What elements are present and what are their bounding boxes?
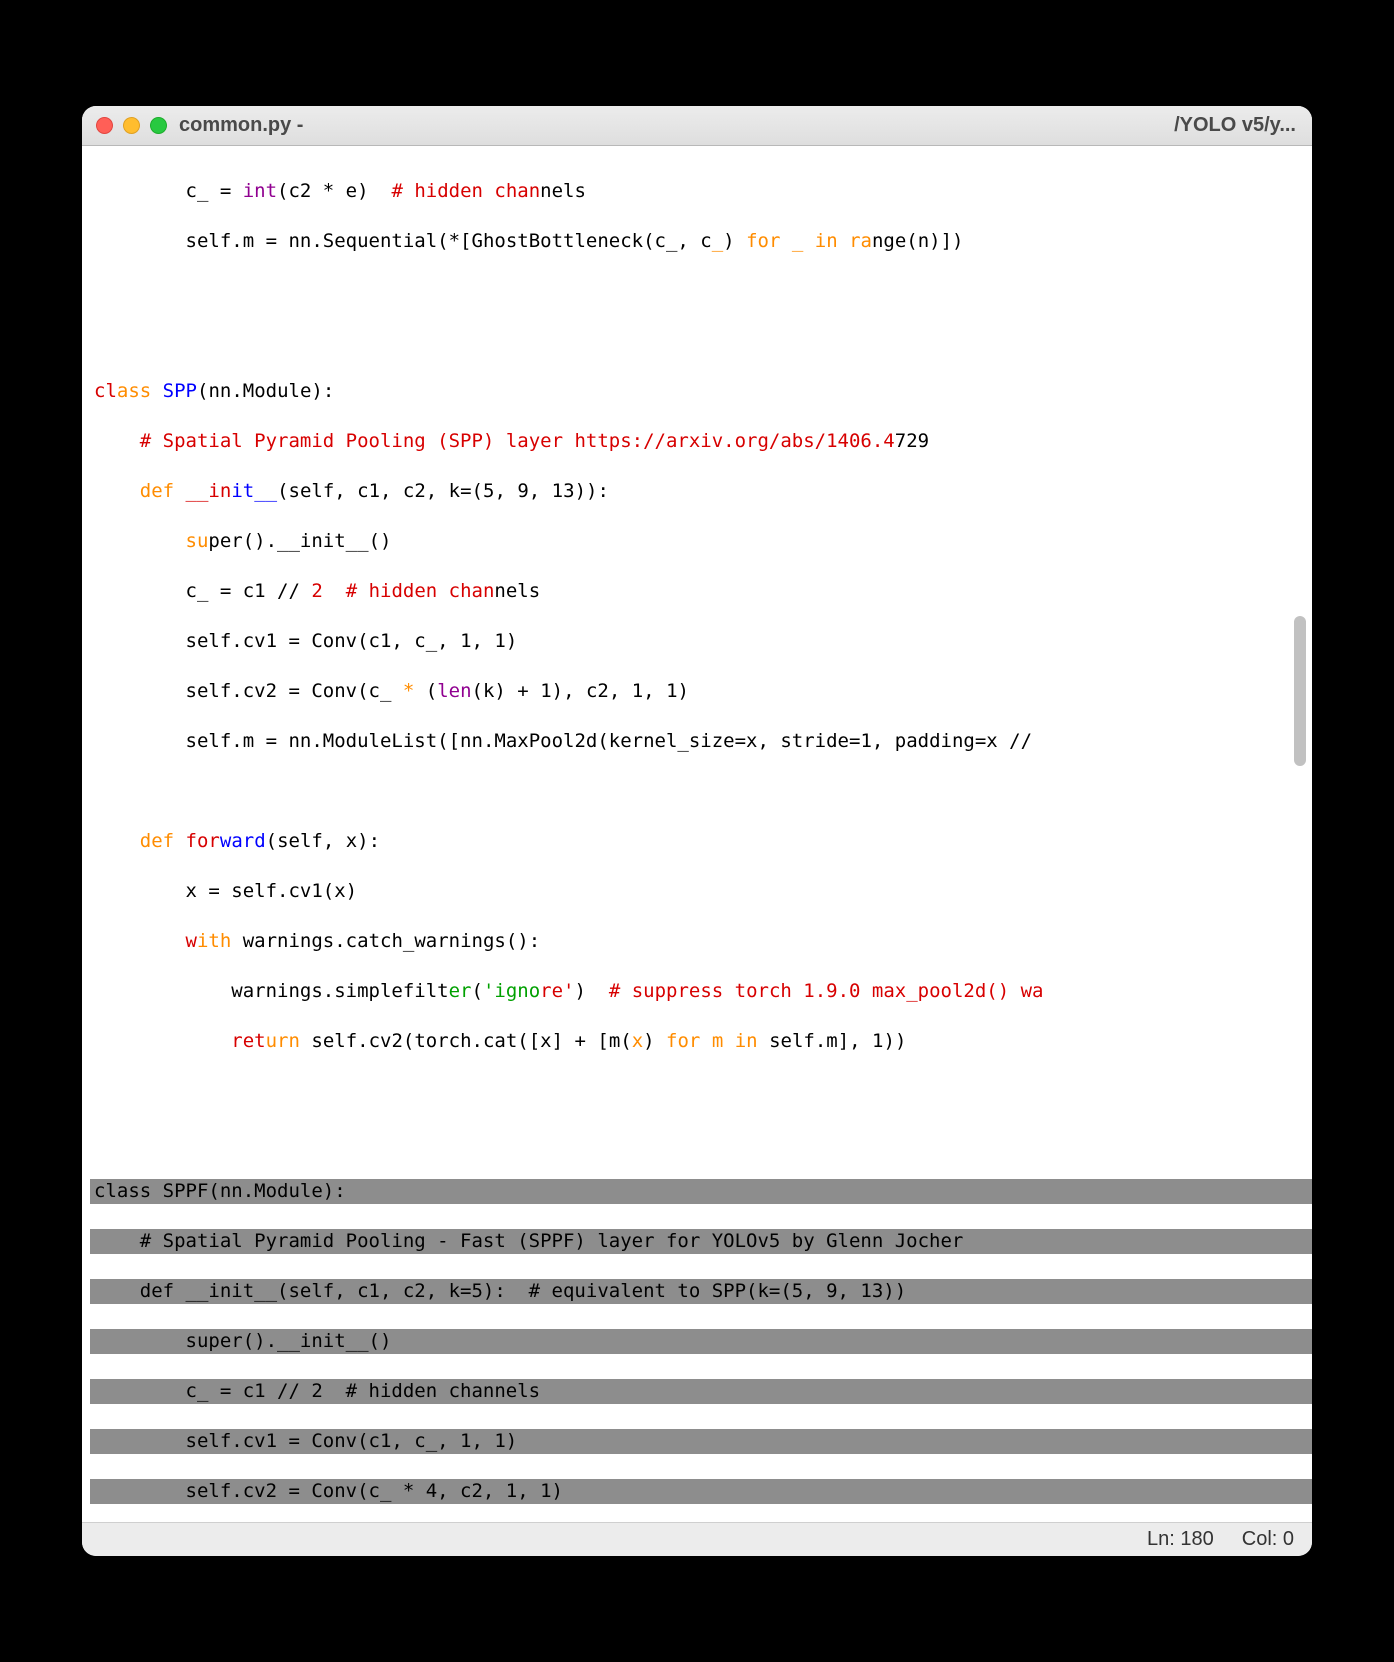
selected-line[interactable]: class SPPF(nn.Module):: [90, 1179, 1312, 1204]
status-line: Ln: 180: [1147, 1528, 1214, 1551]
vertical-scrollbar[interactable]: [1292, 196, 1308, 1472]
selected-line[interactable]: super().__init__(): [90, 1329, 1312, 1354]
window-title-right: /YOLO v5/y...: [1174, 114, 1296, 137]
selected-line[interactable]: self.cv2 = Conv(c_ * 4, c2, 1, 1): [90, 1479, 1312, 1504]
minimize-icon[interactable]: [123, 117, 140, 134]
editor-window: common.py - /YOLO v5/y... c_ = int(c2 * …: [82, 106, 1312, 1556]
selected-line[interactable]: def __init__(self, c1, c2, k=5): # equiv…: [90, 1279, 1312, 1304]
window-title-left: common.py -: [179, 114, 303, 137]
scrollbar-thumb[interactable]: [1294, 616, 1306, 766]
selected-line[interactable]: # Spatial Pyramid Pooling - Fast (SPPF) …: [90, 1229, 1312, 1254]
maximize-icon[interactable]: [150, 117, 167, 134]
editor-area[interactable]: c_ = int(c2 * e) # hidden channels self.…: [82, 146, 1312, 1522]
status-bar: Ln: 180 Col: 0: [82, 1522, 1312, 1556]
titlebar[interactable]: common.py - /YOLO v5/y...: [82, 106, 1312, 146]
close-icon[interactable]: [96, 117, 113, 134]
selected-line[interactable]: c_ = c1 // 2 # hidden channels: [90, 1379, 1312, 1404]
code-editor[interactable]: c_ = int(c2 * e) # hidden channels self.…: [82, 146, 1312, 1522]
status-col: Col: 0: [1242, 1528, 1294, 1551]
traffic-lights: [96, 117, 167, 134]
selected-line[interactable]: self.cv1 = Conv(c1, c_, 1, 1): [90, 1429, 1312, 1454]
